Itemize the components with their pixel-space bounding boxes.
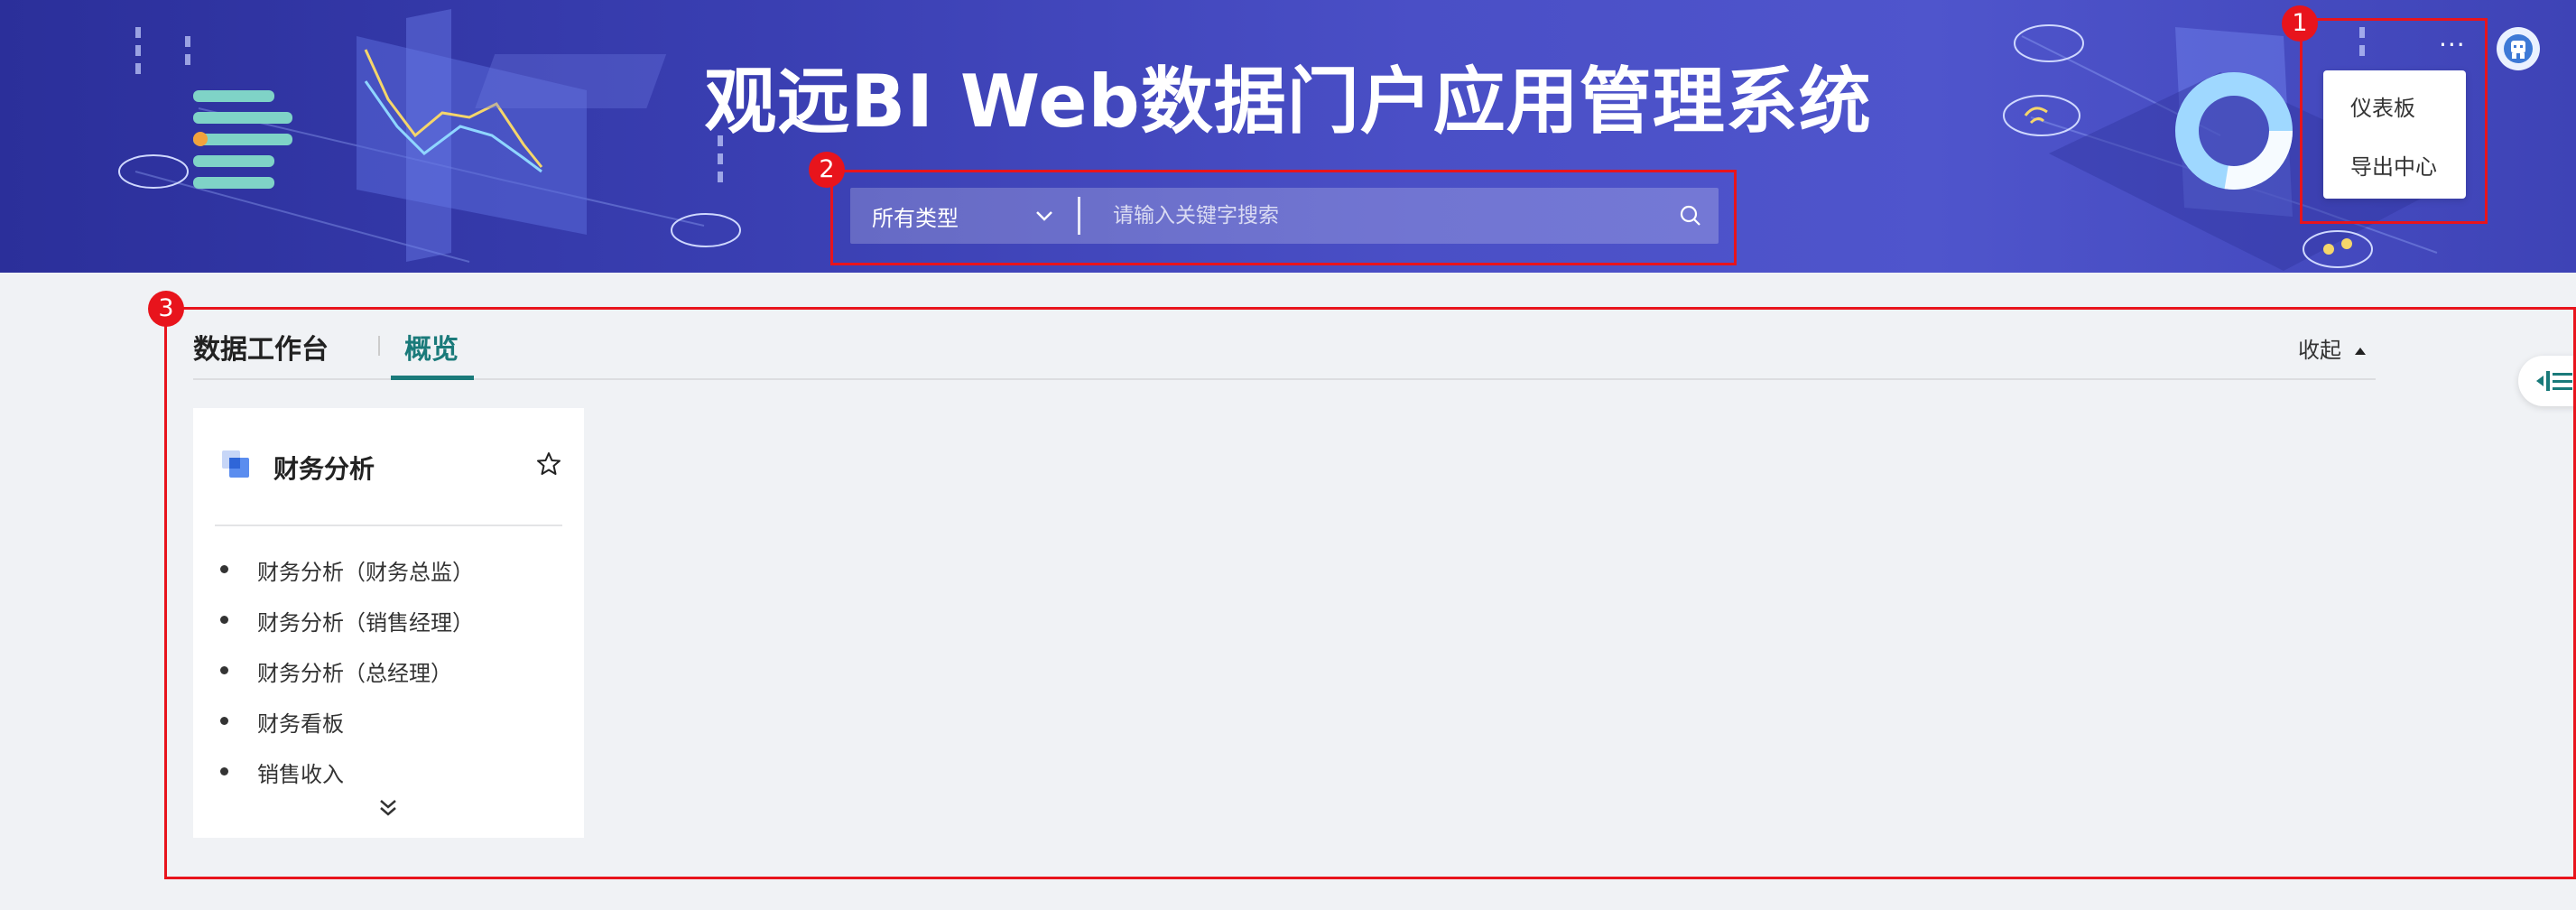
annotation-badge-1: 1 [2282,5,2318,42]
annotation-badge-2: 2 [809,152,845,188]
annotation-box-3 [164,307,2576,879]
user-avatar-icon[interactable] [2497,27,2540,70]
annotation-box-1 [2300,18,2488,224]
annotation-badge-3: 3 [148,291,184,327]
annotation-box-2 [830,170,1737,265]
page-title: 观远BI Web数据门户应用管理系统 [704,60,1872,144]
